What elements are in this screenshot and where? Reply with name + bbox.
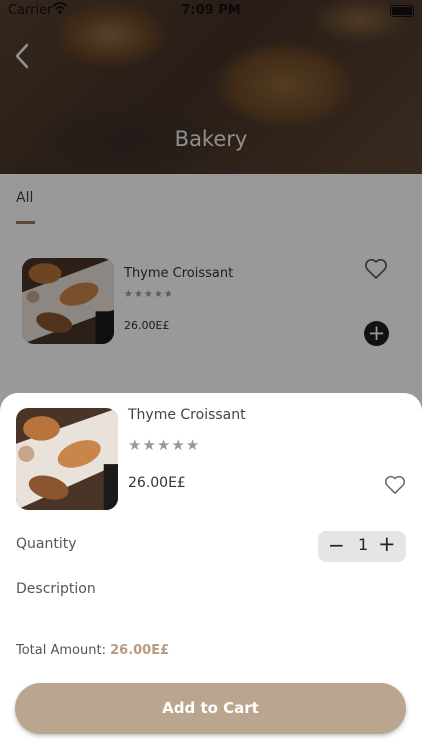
- description-label: Description: [16, 581, 96, 597]
- quantity-value: 1: [358, 535, 369, 554]
- favorite-button[interactable]: [384, 475, 406, 499]
- rating-stars: ★★★★★: [128, 436, 201, 454]
- add-to-cart-button[interactable]: Add to Cart: [15, 683, 406, 734]
- croissant-image: [16, 408, 118, 510]
- total-amount: Total Amount: 26.00E£: [16, 643, 169, 658]
- quantity-label: Quantity: [16, 536, 77, 552]
- product-price: 26.00E£: [128, 475, 186, 491]
- decrement-button[interactable]: −: [328, 533, 345, 557]
- quantity-stepper: − 1 +: [318, 531, 406, 562]
- product-image: [16, 408, 118, 510]
- total-label: Total Amount:: [16, 643, 106, 658]
- product-detail-sheet: Thyme Croissant ★★★★★ 26.00E£ Quantity −…: [0, 393, 422, 750]
- heart-icon: [385, 475, 405, 494]
- product-name: Thyme Croissant: [128, 407, 246, 423]
- total-value: 26.00E£: [110, 643, 170, 658]
- increment-button[interactable]: +: [378, 532, 396, 556]
